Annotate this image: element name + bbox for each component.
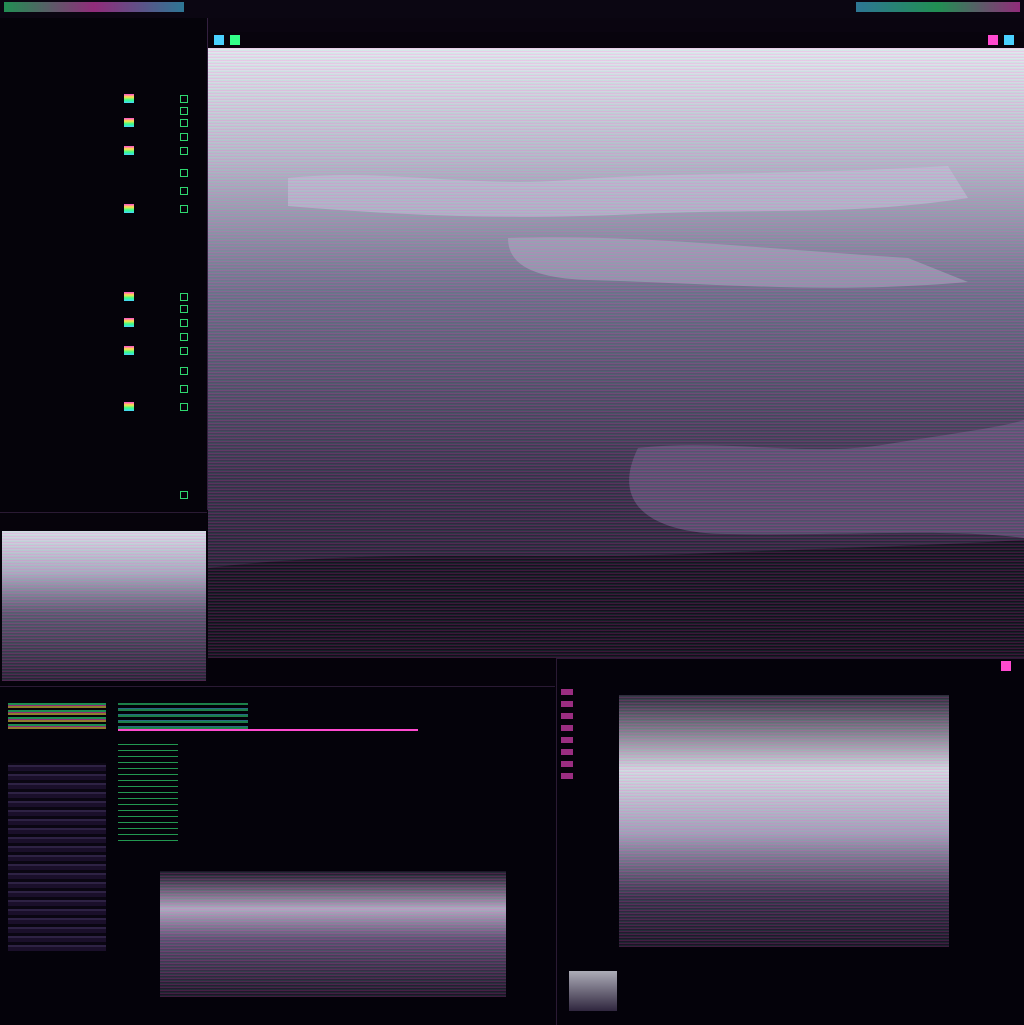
layer-row[interactable]: [8, 106, 198, 116]
checkbox-icon[interactable]: [180, 319, 188, 327]
settings-icon[interactable]: [1004, 35, 1014, 45]
checkbox-icon[interactable]: [180, 169, 188, 177]
checkbox-icon[interactable]: [180, 147, 188, 155]
close-icon[interactable]: [1001, 661, 1011, 671]
main-viewport[interactable]: [208, 48, 1024, 658]
layer-row[interactable]: [8, 304, 198, 314]
color-swatch-icon[interactable]: [124, 94, 134, 103]
layer-row[interactable]: [8, 318, 198, 328]
list-item[interactable]: [8, 278, 198, 288]
checkbox-icon[interactable]: [180, 187, 188, 195]
color-swatch-icon[interactable]: [124, 204, 134, 213]
layer-row[interactable]: [8, 94, 198, 104]
layers-panel: [0, 18, 208, 510]
list-item[interactable]: [8, 44, 198, 54]
layer-row[interactable]: [8, 292, 198, 302]
color-swatch-icon[interactable]: [124, 292, 134, 301]
layer-row[interactable]: [8, 366, 198, 376]
viewer-thumbnail[interactable]: [569, 971, 617, 1011]
layer-row[interactable]: [8, 384, 198, 394]
color-swatch-icon[interactable]: [124, 118, 134, 127]
list-item[interactable]: [8, 68, 198, 78]
tool-strip[interactable]: [561, 689, 573, 779]
code-editor-panel: [0, 686, 555, 1025]
divider: [118, 729, 418, 731]
folder-icon[interactable]: [230, 35, 240, 45]
list-item[interactable]: [8, 464, 198, 474]
layer-row[interactable]: [8, 490, 198, 500]
layer-row[interactable]: [8, 168, 198, 178]
color-swatch-icon[interactable]: [124, 146, 134, 155]
list-item[interactable]: [8, 266, 198, 276]
layer-row[interactable]: [8, 402, 198, 412]
layer-row[interactable]: [8, 132, 198, 142]
checkbox-icon[interactable]: [180, 205, 188, 213]
layer-row[interactable]: [8, 204, 198, 214]
color-swatch-icon[interactable]: [124, 318, 134, 327]
checkbox-icon[interactable]: [180, 347, 188, 355]
checkbox-icon[interactable]: [180, 107, 188, 115]
checkbox-icon[interactable]: [180, 367, 188, 375]
checkbox-icon[interactable]: [180, 305, 188, 313]
layer-row[interactable]: [8, 346, 198, 356]
checkbox-icon[interactable]: [180, 333, 188, 341]
preview-panel: [0, 512, 207, 685]
top-bar-left-strip: [4, 2, 184, 12]
list-item[interactable]: [8, 80, 198, 90]
gear-icon[interactable]: [214, 35, 224, 45]
checkbox-icon[interactable]: [180, 491, 188, 499]
list-item[interactable]: [8, 452, 198, 462]
top-bar-right-strip: [856, 2, 1020, 12]
code-lines[interactable]: [118, 703, 248, 729]
checkbox-icon[interactable]: [180, 403, 188, 411]
checkbox-icon[interactable]: [180, 119, 188, 127]
layer-row[interactable]: [8, 186, 198, 196]
layer-row[interactable]: [8, 118, 198, 128]
viewer-scanlines: [619, 695, 949, 947]
thumbnail-grid[interactable]: [8, 763, 106, 951]
list-item[interactable]: [8, 242, 198, 252]
checkbox-icon[interactable]: [180, 385, 188, 393]
color-swatch-icon[interactable]: [124, 346, 134, 355]
top-bar: [0, 0, 1024, 19]
color-swatch-icon[interactable]: [124, 402, 134, 411]
layer-row[interactable]: [8, 146, 198, 156]
layer-row[interactable]: [8, 332, 198, 342]
list-item[interactable]: [8, 440, 198, 450]
render-scanlines: [160, 871, 506, 997]
list-item[interactable]: [8, 476, 198, 486]
checkbox-icon[interactable]: [180, 95, 188, 103]
list-item[interactable]: [8, 56, 198, 66]
list-item[interactable]: [8, 254, 198, 264]
code-block[interactable]: [118, 741, 178, 841]
menu-bar: [208, 18, 1024, 33]
toolbar: [208, 32, 1024, 49]
minimap: [8, 703, 106, 729]
close-icon[interactable]: [988, 35, 998, 45]
image-viewer-panel: [556, 658, 1024, 1025]
scanline-overlay: [208, 48, 1024, 658]
checkbox-icon[interactable]: [180, 133, 188, 141]
checkbox-icon[interactable]: [180, 293, 188, 301]
preview-scanlines: [2, 531, 206, 681]
